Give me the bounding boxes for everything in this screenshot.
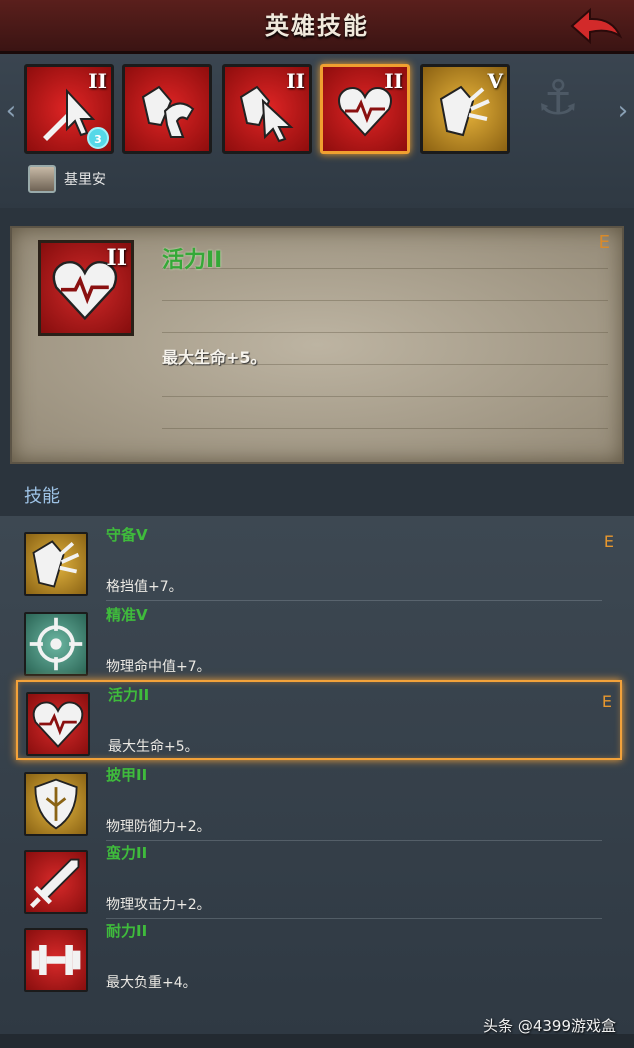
sword-glyph [29, 858, 80, 909]
skill-tile-4[interactable]: II [320, 64, 410, 154]
sword-icon [24, 850, 88, 914]
dumbbell-icon [24, 928, 88, 992]
heart-icon [26, 692, 90, 756]
tile-level: V [487, 69, 503, 93]
skill-name: 披甲II [106, 766, 148, 784]
skill-desc: 物理攻击力+2。 [106, 897, 211, 913]
divider [162, 300, 608, 301]
list-item[interactable]: 耐力II 最大负重+4。 [16, 918, 622, 998]
skill-detail-panel: II 活力II E 最大生命+5。 [10, 226, 624, 464]
skills-section-title: 技能 [24, 486, 60, 507]
skill-name: 蛮力II [106, 844, 148, 862]
level-badge: 3 [87, 127, 109, 149]
header-bar: 英雄技能 [0, 0, 634, 54]
divider [162, 396, 608, 397]
watermark: 头条 @4399游戏盒 [483, 1017, 616, 1035]
list-item[interactable]: 活力II 最大生命+5。 E [16, 680, 622, 760]
tile-level: II [88, 69, 107, 93]
anchor-icon: ⚓ [536, 70, 580, 126]
divider [162, 268, 608, 269]
scroll-right-icon[interactable]: › [614, 96, 632, 126]
skill-desc: 最大生命+5。 [108, 739, 199, 755]
skill-rank: E [601, 692, 612, 711]
detail-skill-name: 活力II [162, 248, 223, 273]
divider [106, 600, 602, 601]
skill-name: 活力II [108, 686, 150, 704]
hero-name: 基里安 [64, 172, 106, 188]
skill-name: 耐力II [106, 922, 148, 940]
skill-tile-5[interactable]: V [420, 64, 510, 154]
skill-name: 守备V [106, 526, 148, 544]
shield-break-glyph [32, 540, 80, 588]
page-title: 英雄技能 [265, 12, 369, 40]
skill-desc: 格挡值+7。 [106, 579, 183, 595]
skill-desc: 物理防御力+2。 [106, 819, 211, 835]
divider [162, 428, 608, 429]
dumbbell-glyph [31, 945, 81, 975]
skill-tile-1[interactable]: II 3 [24, 64, 114, 154]
bottom-bar [0, 1034, 634, 1048]
skill-desc: 物理命中值+7。 [106, 659, 211, 675]
crosshair-icon [24, 612, 88, 676]
avatar[interactable] [28, 165, 56, 193]
skill-tile-3[interactable]: II [222, 64, 312, 154]
crosshair-glyph [29, 617, 83, 671]
shield-icon [24, 772, 88, 836]
list-item[interactable]: 守备V 格挡值+7。 E [16, 522, 622, 602]
back-arrow-icon [570, 7, 623, 45]
skill-desc: 最大负重+4。 [106, 975, 197, 991]
skill-name: 精准V [106, 606, 148, 624]
skill-rank: E [603, 532, 614, 551]
tile-level: II [384, 69, 403, 93]
divider [162, 332, 608, 333]
back-button[interactable] [568, 6, 624, 46]
heart-glyph [32, 701, 84, 748]
skill-tile-2[interactable] [122, 64, 212, 154]
shield-glyph [34, 778, 78, 830]
shield-beast-icon [141, 85, 195, 138]
tile-level: II [286, 69, 305, 93]
detail-rank: E [598, 232, 610, 253]
detail-skill-desc: 最大生命+5。 [162, 348, 267, 367]
detail-skill-icon: II [38, 240, 134, 336]
list-item[interactable]: 披甲II 物理防御力+2。 [16, 762, 622, 842]
shield-break-icon [24, 532, 88, 596]
tile-level: II [106, 245, 127, 271]
list-item[interactable]: 精准V 物理命中值+7。 [16, 602, 622, 682]
list-item[interactable]: 蛮力II 物理攻击力+2。 [16, 840, 622, 920]
scroll-left-icon[interactable]: ‹ [2, 96, 20, 126]
hero-info: 基里安 [28, 164, 106, 194]
